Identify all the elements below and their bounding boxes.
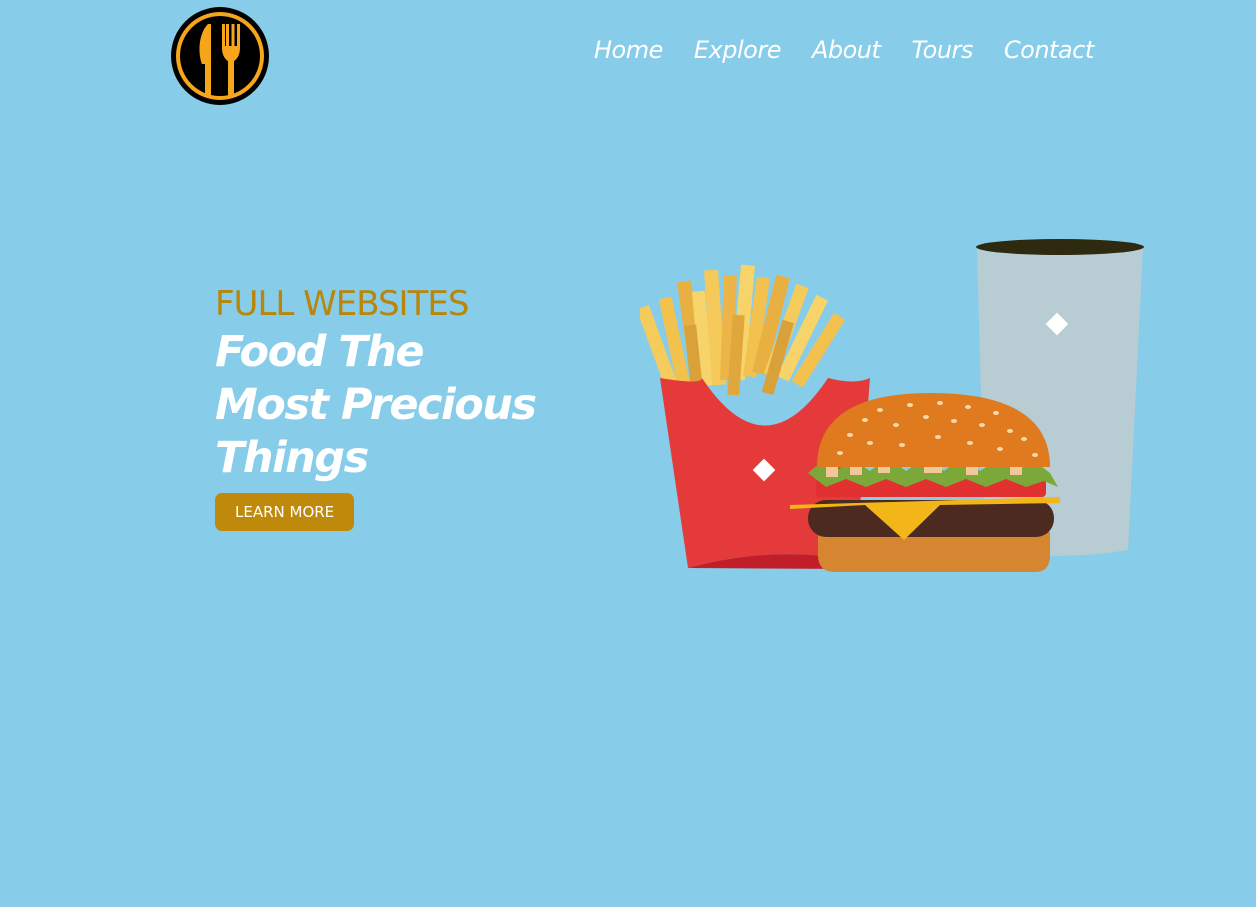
learn-more-button[interactable]: LEARN MORE xyxy=(215,493,355,531)
site-logo[interactable] xyxy=(170,6,270,106)
nav-explore[interactable]: Explore xyxy=(694,32,782,68)
nav-tours[interactable]: Tours xyxy=(911,32,973,68)
headline-line-3: Things xyxy=(215,433,369,483)
hero-headline: Food The Most Precious Things xyxy=(215,326,537,485)
nav-about[interactable]: About xyxy=(812,32,881,68)
headline-line-1: Food The xyxy=(215,327,424,377)
nav-contact[interactable]: Contact xyxy=(1004,32,1094,68)
nav-home[interactable]: Home xyxy=(594,32,663,68)
knife-fork-icon xyxy=(171,7,269,105)
main-nav: Home Explore About Tours Contact xyxy=(594,32,1094,68)
headline-line-2: Most Precious xyxy=(215,380,537,430)
food-illustration xyxy=(636,235,1150,580)
hero-section: FULL WEBSITES Food The Most Precious Thi… xyxy=(215,282,537,531)
hero-kicker: FULL WEBSITES xyxy=(215,284,469,324)
